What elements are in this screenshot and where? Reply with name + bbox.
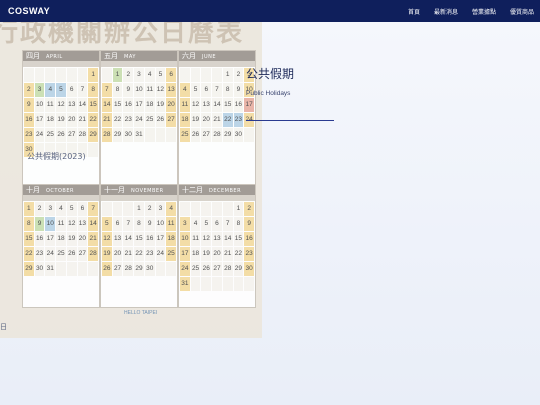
- nav-item-products[interactable]: 優質商品: [510, 7, 534, 16]
- month-zh: 五月: [104, 52, 118, 60]
- month-en: OCTOBER: [46, 188, 74, 194]
- month-grid: 123456 7 8 9 10 11 12 13 14 15 16 17 18 19 20 21 22 23…: [101, 67, 177, 143]
- holiday-calendar-image: 行政機關辦公日曆表 四月 APRIL 1 2345678 9 10 11 12 13 14 1…: [0, 22, 262, 338]
- month-zh: 四月: [26, 52, 40, 60]
- month-zh: 六月: [182, 52, 196, 60]
- month-grid: 1234 5 6 7 8 9 10 11 12 13 14 15 16 17 18 19 20 21 22 23…: [101, 201, 177, 277]
- month-june: 六月 JUNE 123 4 5 6 7 8 9 10 11 12 13 14 15 16 17 18 19 2…: [178, 50, 256, 190]
- brand-logo[interactable]: COSWAY: [8, 6, 50, 16]
- nav-menu: 首頁 最新消息 營業據點 優質商品: [408, 0, 534, 22]
- month-en: DECEMBER: [209, 188, 242, 194]
- month-grid: 1234567 8 9 10 11 12 13 14 15 16 17 18 19 20 21 22 23…: [23, 201, 99, 277]
- nav-item-locations[interactable]: 營業據點: [472, 7, 496, 16]
- month-grid: 12 3456789 10 11 12 13 14 15 16 17 18 19 20 21 22 23…: [179, 201, 255, 292]
- month-april: 四月 APRIL 1 2345678 9 10 11 12 13 14 15 16 17 18 19…: [22, 50, 100, 190]
- month-october: 十月 OCTOBER 1234567 8 9 10 11 12 13 14 15 16 17 18 1…: [22, 184, 100, 308]
- calendar-caption: 公共假期(2023): [27, 152, 86, 161]
- poster-footer-logo: HELLO TAIPEI: [124, 310, 158, 316]
- nav-item-news[interactable]: 最新消息: [434, 7, 458, 16]
- month-zh: 十一月: [104, 186, 125, 194]
- month-zh: 十二月: [182, 186, 203, 194]
- nav-item-home[interactable]: 首頁: [408, 7, 420, 16]
- month-en: JUNE: [202, 54, 217, 60]
- title-underline: [246, 120, 334, 121]
- month-zh: 十月: [26, 186, 40, 194]
- poster-title: 行政機關辦公日曆表: [0, 22, 245, 48]
- page-subtitle: Public Holidays: [246, 90, 291, 97]
- month-en: MAY: [124, 54, 136, 60]
- month-november: 十一月 NOVEMBER 1234 5 6 7 8 9 10 11 12 13 14 15 16 17 1…: [100, 184, 178, 308]
- left-date-label: 日: [0, 324, 7, 331]
- month-grid: 123 4 5 6 7 8 9 10 11 12 13 14 15 16 17 18 19 20 21 22 23…: [179, 67, 255, 143]
- month-grid: 1 2345678 9 10 11 12 13 14 15 16 17 18 19 20 21 22 2…: [23, 67, 99, 158]
- month-en: NOVEMBER: [131, 188, 164, 194]
- top-nav: COSWAY 首頁 最新消息 營業據點 優質商品: [0, 0, 540, 22]
- month-december: 十二月 DECEMBER 12 3456789 10 11 12 13 14 15 16 17…: [178, 184, 256, 308]
- page-title: 公共假期: [246, 67, 295, 81]
- month-en: APRIL: [46, 54, 63, 60]
- month-may: 五月 MAY 123456 7 8 9 10 11 12 13 14 15 16 17 18 19 20 …: [100, 50, 178, 190]
